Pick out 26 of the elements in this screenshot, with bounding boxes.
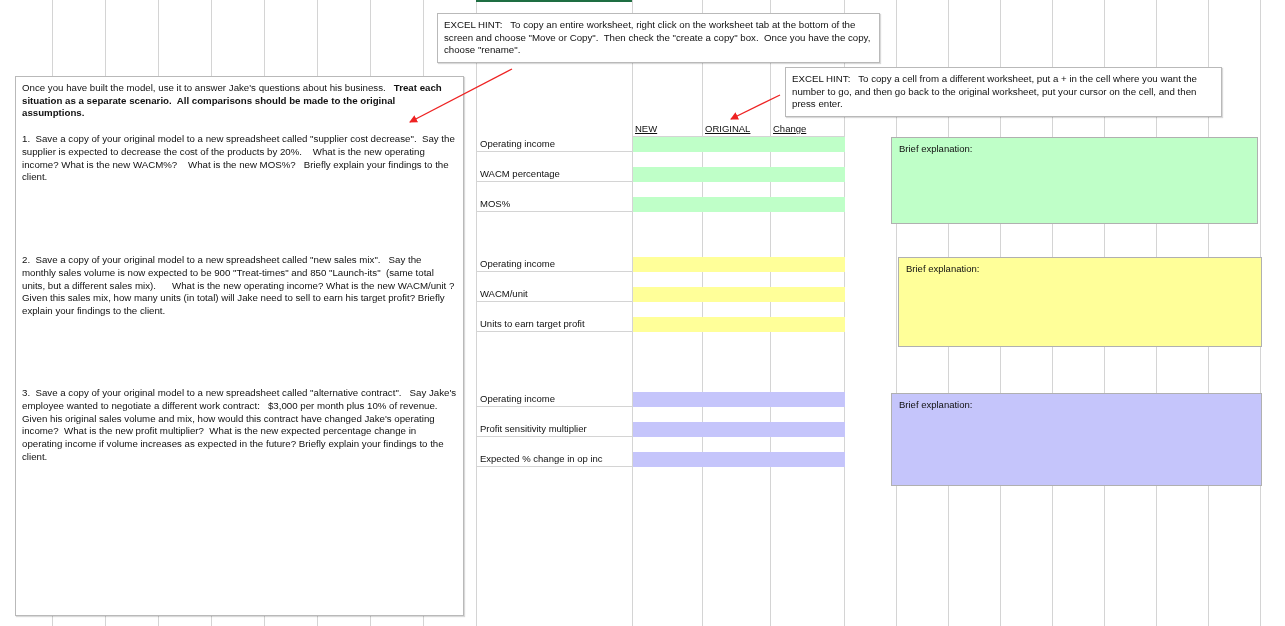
row-label: Profit sensitivity multiplier (477, 422, 633, 437)
answer-cell[interactable] (633, 287, 845, 302)
row-label: MOS% (477, 197, 633, 212)
explanation-box[interactable]: Brief explanation: (891, 393, 1262, 486)
explanation-box[interactable]: Brief explanation: (898, 257, 1262, 347)
row-label: Units to earn target profit (477, 317, 633, 332)
question-text: 2. Save a copy of your original model to a new spreadsheet called "new sales mix". Say the monthly sales volume is now expected to be 900 "Treat-times" and 850 "Launch-its" (same total units, but a different sales mix). What is the new operating income? What is the new WACM/unit ? Given this sales mix, how many units (in total) will Jake need to sell to earn his target profit? Briefly explain your findings to the client. (22, 254, 456, 318)
row-label: Operating income (477, 392, 633, 407)
question-text: 3. Save a copy of your original model to a new spreadsheet called "alternative contract". Say Jake's employee wanted to negotiate a different work contract: $3,000 per month plus 10% of revenue. Given his original sales volume and mix, how would this contract have changed Jake's operating income? What is the new profit multiplier? What is the new expected percentage change in operating income if volume increases as expected in the future? Briefly explain your findings to the client. (22, 387, 457, 464)
answer-cell[interactable] (633, 167, 845, 182)
instructions-intro: Once you have built the model, use it to answer Jake's questions about his business. Treat each situation as a separate scenario. All comparisons should be made to the original assumptions. (22, 82, 443, 121)
answer-cell[interactable] (633, 137, 845, 152)
row-label: WACM/unit (477, 287, 633, 302)
answer-cell[interactable] (633, 257, 845, 272)
answer-cell[interactable] (633, 392, 845, 407)
row-label: Operating income (477, 137, 633, 152)
row-label: WACM percentage (477, 167, 633, 182)
answer-cell[interactable] (633, 317, 845, 332)
answer-cell[interactable] (633, 452, 845, 467)
explanation-box[interactable]: Brief explanation: (891, 137, 1258, 224)
pointer-arrow (730, 94, 781, 120)
question-text: 1. Save a copy of your original model to a new spreadsheet called "supplier cost decrease". Say the supplier is expected to decrease the cost of the products by 20%. What is the new operating income? What is the new WACM%? What is the new MOS%? Briefly explain your findings to the client. (22, 133, 456, 185)
answer-cell[interactable] (633, 197, 845, 212)
answer-cell[interactable] (633, 422, 845, 437)
row-label: Expected % change in op inc (477, 452, 633, 467)
row-label: Operating income (477, 257, 633, 272)
